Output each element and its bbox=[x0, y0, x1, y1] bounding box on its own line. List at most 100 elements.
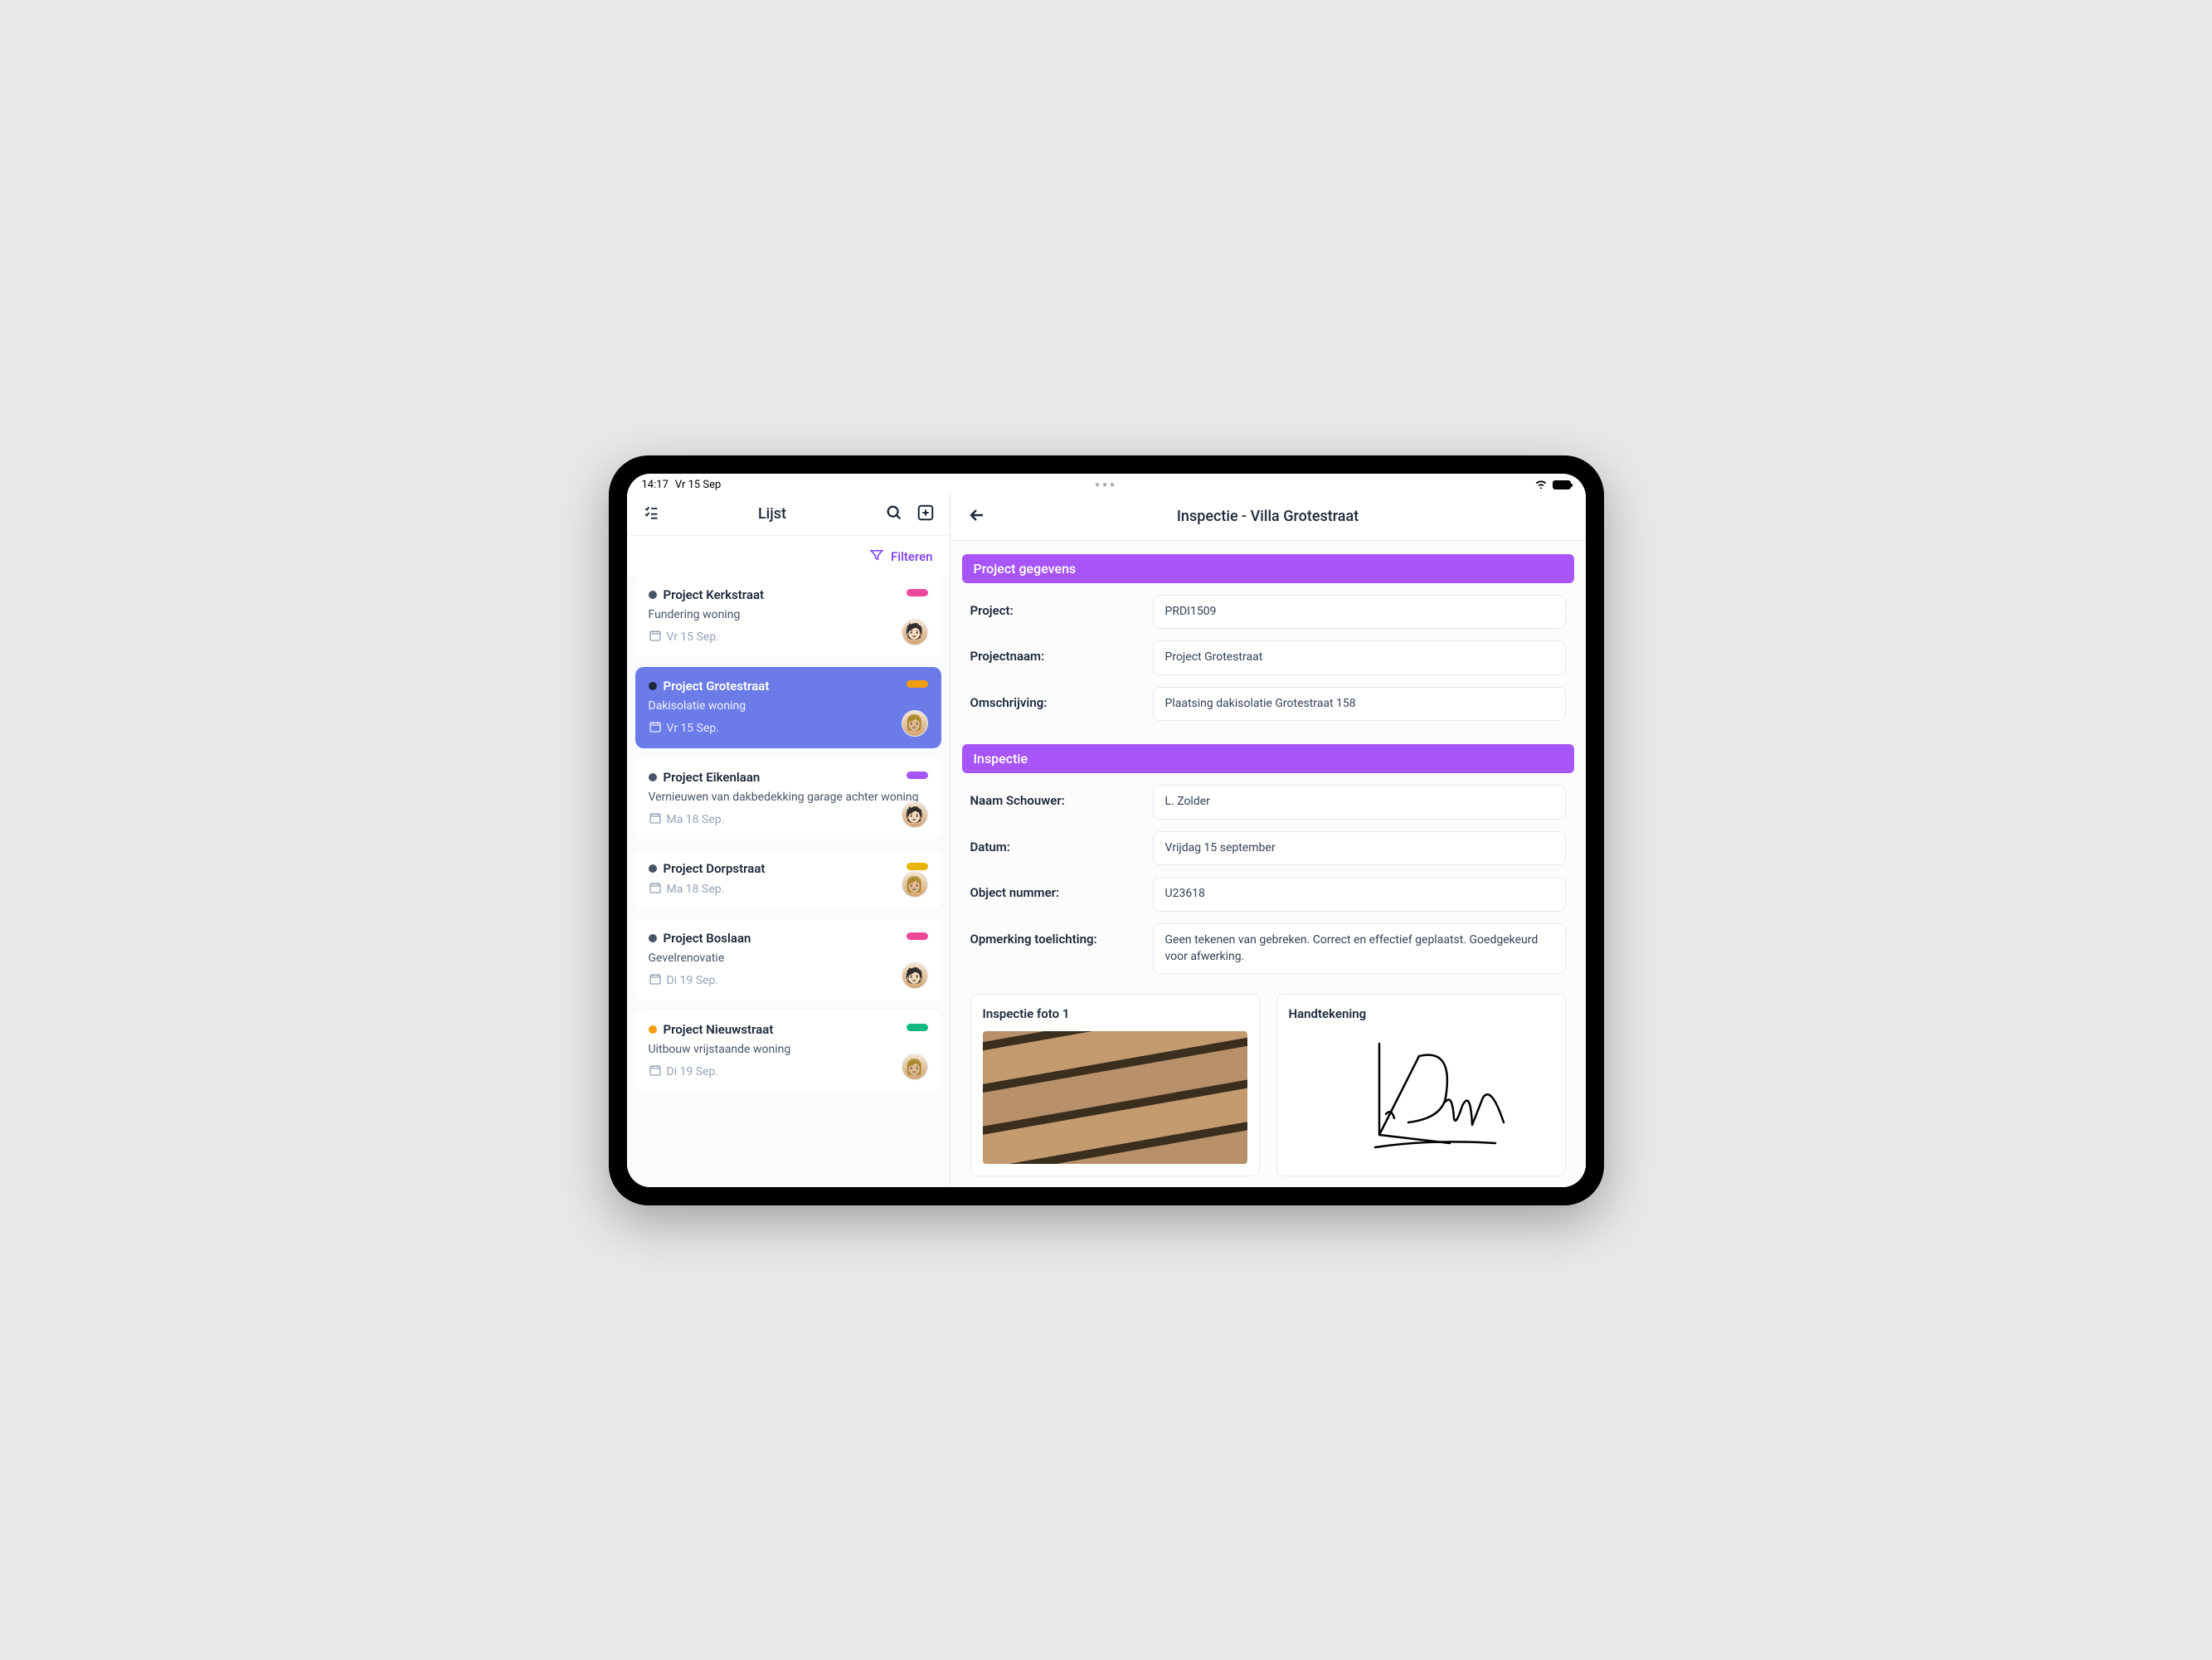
field-label: Datum: bbox=[970, 831, 1153, 854]
tablet-frame: 14:17 Vr 15 Sep ●●● Lijst bbox=[609, 455, 1604, 1205]
project-date: Ma 18 Sep. bbox=[649, 881, 928, 898]
field-row: Projectnaam:Project Grotestraat bbox=[962, 640, 1574, 675]
field-value[interactable]: Geen tekenen van gebreken. Correct en ef… bbox=[1153, 923, 1566, 974]
field-label: Omschrijving: bbox=[970, 687, 1153, 710]
signature-label: Handtekening bbox=[1289, 1006, 1553, 1021]
project-date: Ma 18 Sep. bbox=[649, 811, 928, 828]
field-row: Naam Schouwer:L. Zolder bbox=[962, 785, 1574, 820]
inspection-photo-box[interactable]: Inspectie foto 1 bbox=[970, 994, 1260, 1176]
signature-box[interactable]: Handtekening bbox=[1276, 994, 1566, 1176]
status-dot-icon bbox=[649, 682, 657, 690]
project-card[interactable]: Project GrotestraatDakisolatie woningVr … bbox=[635, 667, 941, 748]
checklist-icon[interactable] bbox=[642, 504, 660, 524]
avatar: 👩🏼 bbox=[902, 1054, 928, 1080]
calendar-icon bbox=[649, 720, 662, 737]
avatar: 🧑🏻 bbox=[902, 801, 928, 828]
section-project-gegevens: Project gegevens Project:PRDI1509Project… bbox=[962, 554, 1574, 722]
wifi-icon bbox=[1534, 479, 1548, 492]
avatar: 🧑🏻 bbox=[902, 962, 928, 989]
status-dot-icon bbox=[649, 773, 657, 781]
field-value[interactable]: U23618 bbox=[1153, 877, 1566, 912]
status-dot-icon bbox=[649, 591, 657, 599]
status-date: Vr 15 Sep bbox=[675, 479, 721, 491]
project-card[interactable]: Project Kerkstraat Fundering woning Vr 15 … bbox=[635, 576, 941, 657]
search-icon[interactable] bbox=[885, 504, 903, 525]
calendar-icon bbox=[649, 881, 662, 898]
project-date: Di 19 Sep. bbox=[649, 972, 928, 989]
project-title: Project Grotestraat bbox=[664, 679, 770, 694]
back-button[interactable] bbox=[967, 505, 987, 528]
project-title: Project Eikenlaan bbox=[664, 770, 761, 785]
status-dot-icon bbox=[649, 1025, 657, 1034]
project-description: Uitbouw vrijstaande woning bbox=[649, 1042, 928, 1057]
field-row: Object nummer:U23618 bbox=[962, 877, 1574, 912]
field-value[interactable]: PRDI1509 bbox=[1153, 595, 1566, 630]
field-row: Datum:Vrijdag 15 september bbox=[962, 831, 1574, 866]
field-value[interactable]: L. Zolder bbox=[1153, 785, 1566, 820]
sidebar: Lijst Filteren Project Kerkstraat Funderi… bbox=[627, 494, 950, 1187]
status-dot-icon bbox=[649, 934, 657, 942]
signature-image bbox=[1289, 1031, 1553, 1164]
avatar: 👩🏼 bbox=[902, 710, 928, 737]
media-row: Inspectie foto 1 Handtekening bbox=[962, 986, 1574, 1185]
page-title: Inspectie - Villa Grotestraat bbox=[987, 508, 1549, 525]
field-value[interactable]: Plaatsing dakisolatie Grotestraat 158 bbox=[1153, 687, 1566, 722]
calendar-icon bbox=[649, 811, 662, 828]
color-tag bbox=[907, 680, 928, 688]
project-list[interactable]: Project Kerkstraat Fundering woning Vr 15 … bbox=[627, 576, 950, 1187]
battery-icon bbox=[1553, 480, 1571, 489]
multitasking-dots-icon[interactable]: ●●● bbox=[1095, 480, 1117, 489]
project-date: Vr 15 Sep. bbox=[649, 720, 928, 737]
main-content[interactable]: Project gegevens Project:PRDI1509Project… bbox=[950, 541, 1586, 1187]
main-header: Inspectie - Villa Grotestraat bbox=[950, 494, 1586, 541]
project-title: Project Dorpstraat bbox=[664, 861, 766, 876]
project-description: Gevelrenovatie bbox=[649, 951, 928, 966]
project-date: Di 19 Sep. bbox=[649, 1064, 928, 1080]
project-title: Project Boslaan bbox=[664, 931, 751, 946]
filter-label: Filteren bbox=[891, 549, 933, 564]
calendar-icon bbox=[649, 972, 662, 989]
sidebar-header: Lijst bbox=[627, 494, 950, 536]
add-icon[interactable] bbox=[916, 504, 935, 525]
project-date: Vr 15 Sep. bbox=[649, 629, 928, 645]
calendar-icon bbox=[649, 1064, 662, 1080]
field-label: Object nummer: bbox=[970, 877, 1153, 900]
tablet-screen: 14:17 Vr 15 Sep ●●● Lijst bbox=[627, 474, 1586, 1187]
status-time: 14:17 bbox=[642, 479, 668, 491]
status-dot-icon bbox=[649, 864, 657, 873]
project-card[interactable]: Project Dorpstraat Ma 18 Sep.👩🏼 bbox=[635, 849, 941, 909]
sidebar-title: Lijst bbox=[660, 505, 885, 523]
main-panel: Inspectie - Villa Grotestraat Project ge… bbox=[950, 494, 1586, 1187]
field-row: Omschrijving:Plaatsing dakisolatie Grote… bbox=[962, 687, 1574, 722]
project-description: Fundering woning bbox=[649, 607, 928, 622]
color-tag bbox=[907, 1024, 928, 1031]
section-header: Inspectie bbox=[962, 744, 1574, 773]
field-value[interactable]: Vrijdag 15 september bbox=[1153, 831, 1566, 866]
avatar: 👩🏼 bbox=[902, 871, 928, 898]
filter-icon bbox=[869, 548, 884, 566]
color-tag bbox=[907, 589, 928, 596]
project-title: Project Kerkstraat bbox=[664, 587, 765, 602]
calendar-icon bbox=[649, 629, 662, 645]
color-tag bbox=[907, 863, 928, 870]
section-header: Project gegevens bbox=[962, 554, 1574, 583]
color-tag bbox=[907, 772, 928, 779]
filter-bar[interactable]: Filteren bbox=[627, 536, 950, 576]
project-card[interactable]: Project Eikenlaan Vernieuwen van dakbedek… bbox=[635, 758, 941, 840]
inspection-photo bbox=[983, 1031, 1247, 1164]
field-label: Naam Schouwer: bbox=[970, 785, 1153, 808]
field-row: Project:PRDI1509 bbox=[962, 595, 1574, 630]
avatar: 🧑🏻 bbox=[902, 619, 928, 645]
field-label: Opmerking toelichting: bbox=[970, 923, 1153, 947]
project-description: Vernieuwen van dakbedekking garage achte… bbox=[649, 790, 928, 805]
field-label: Project: bbox=[970, 595, 1153, 618]
photo-label: Inspectie foto 1 bbox=[983, 1006, 1247, 1021]
project-card[interactable]: Project NieuwstraatUitbouw vrijstaande w… bbox=[635, 1010, 941, 1092]
status-bar: 14:17 Vr 15 Sep ●●● bbox=[627, 474, 1586, 494]
field-row: Opmerking toelichting:Geen tekenen van g… bbox=[962, 923, 1574, 974]
app-body: Lijst Filteren Project Kerkstraat Funderi… bbox=[627, 494, 1586, 1187]
project-card[interactable]: Project Boslaan Gevelrenovatie Di 19 Sep.🧑… bbox=[635, 919, 941, 1000]
section-inspectie: Inspectie Naam Schouwer:L. ZolderDatum:V… bbox=[962, 744, 1574, 1185]
field-value[interactable]: Project Grotestraat bbox=[1153, 640, 1566, 675]
field-label: Projectnaam: bbox=[970, 640, 1153, 664]
